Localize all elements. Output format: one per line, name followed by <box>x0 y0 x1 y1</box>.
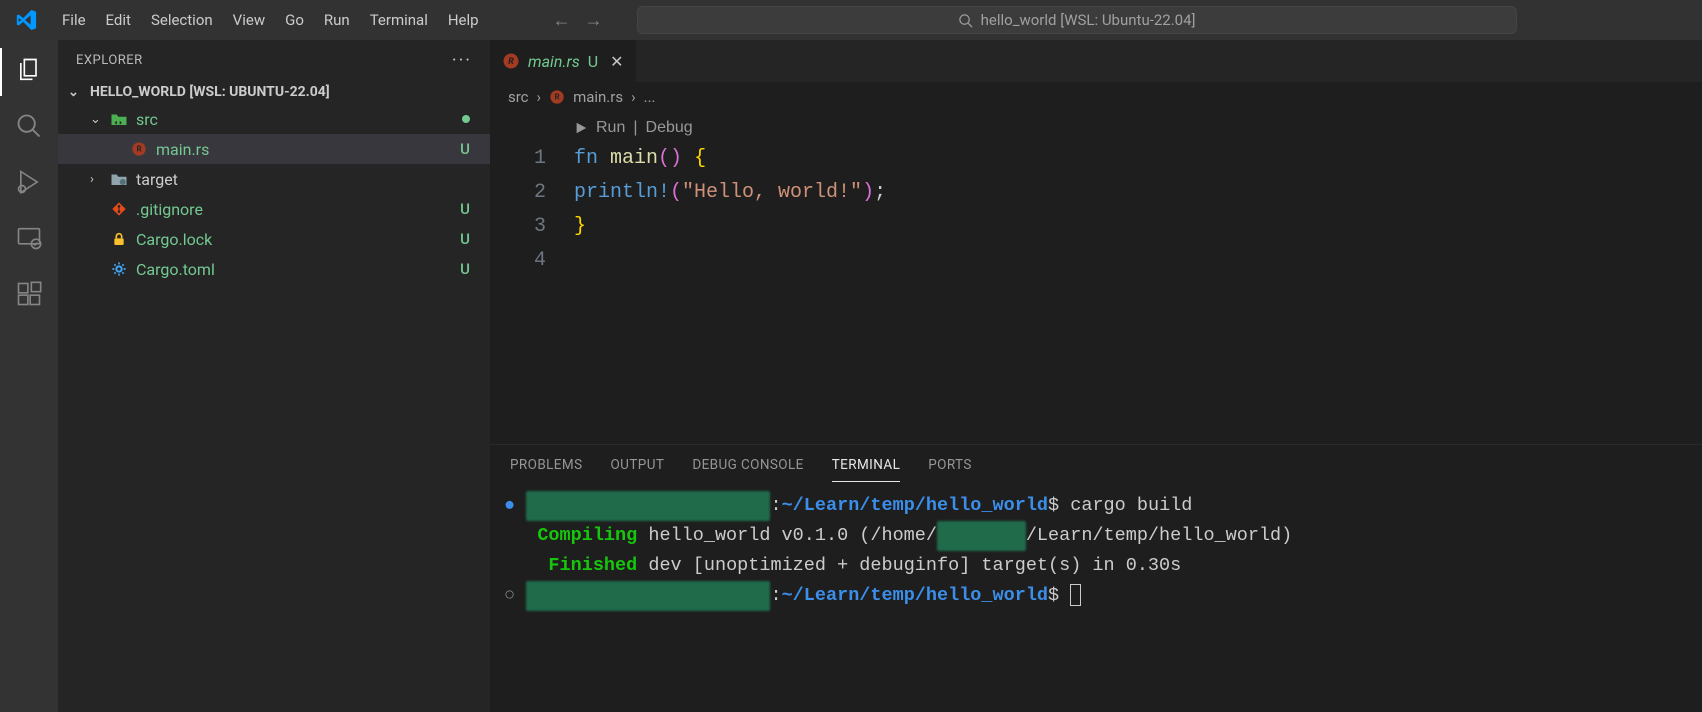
panel-tab-output[interactable]: OUTPUT <box>610 449 664 481</box>
menu-run[interactable]: Run <box>314 7 360 33</box>
sidebar-header: EXPLORER ··· <box>58 40 490 80</box>
panel-tab-problems[interactable]: PROBLEMS <box>510 449 582 481</box>
chevron-down-icon: ⌄ <box>68 85 86 100</box>
svg-text:R: R <box>508 57 514 67</box>
breadcrumb-trail[interactable]: ... <box>644 88 656 106</box>
line-gutter: 1234 <box>490 114 574 444</box>
remote-explorer-icon[interactable] <box>13 222 45 254</box>
breadcrumb-folder[interactable]: src <box>508 88 529 106</box>
chevron-down-icon: ⌄ <box>90 112 108 127</box>
search-icon <box>958 13 973 28</box>
run-debug-icon[interactable] <box>13 166 45 198</box>
menu-selection[interactable]: Selection <box>141 7 223 33</box>
menu-file[interactable]: File <box>52 7 96 33</box>
breadcrumb-file[interactable]: main.rs <box>573 88 623 106</box>
menu-bar: FileEditSelectionViewGoRunTerminalHelp <box>52 7 489 33</box>
svg-text:R: R <box>555 93 560 102</box>
terminal-content[interactable]: ● user@hostname-redacted:~/Learn/temp/he… <box>490 485 1702 712</box>
svg-text:R: R <box>136 145 141 154</box>
extensions-icon[interactable] <box>13 278 45 310</box>
tree-label: target <box>136 170 470 189</box>
play-icon[interactable] <box>574 121 588 135</box>
panel-tab-debug-console[interactable]: DEBUG CONSOLE <box>692 449 803 481</box>
tree-item-src[interactable]: ⌄ src <box>58 104 490 134</box>
git-status-badge: U <box>460 200 490 218</box>
git-status-badge: U <box>460 260 490 278</box>
sidebar: EXPLORER ··· ⌄ HELLO_WORLD [WSL: UBUNTU-… <box>58 40 490 712</box>
editor-area: R main.rs U ✕ src › R main.rs › ... 1234 <box>490 40 1702 712</box>
activity-bar <box>0 40 58 712</box>
codelens-run[interactable]: Run <box>596 114 625 142</box>
terminal-cursor <box>1070 584 1081 606</box>
git-status-dot <box>462 115 470 123</box>
tree-item--gitignore[interactable]: .gitignoreU <box>58 194 490 224</box>
tree-item-main-rs[interactable]: Rmain.rsU <box>58 134 490 164</box>
menu-edit[interactable]: Edit <box>96 7 141 33</box>
command-center[interactable]: hello_world [WSL: Ubuntu-22.04] <box>637 6 1517 34</box>
tree-item-target[interactable]: › target <box>58 164 490 194</box>
menu-help[interactable]: Help <box>438 7 489 33</box>
search-activity-icon[interactable] <box>13 110 45 142</box>
file-tree: ⌄srcRmain.rsU›target.gitignoreUCargo.loc… <box>58 104 490 284</box>
git-icon <box>108 200 130 218</box>
git-status-badge: U <box>460 140 490 158</box>
tree-label: src <box>136 110 462 129</box>
folder-src-icon <box>108 110 130 128</box>
rust-icon: R <box>128 140 150 158</box>
tree-item-cargo-lock[interactable]: Cargo.lockU <box>58 224 490 254</box>
nav-back-icon[interactable]: ← <box>553 10 571 31</box>
tree-label: main.rs <box>156 140 460 159</box>
chevron-right-icon: › <box>90 172 108 187</box>
folder-name: HELLO_WORLD [WSL: UBUNTU-22.04] <box>90 84 330 100</box>
tree-label: Cargo.lock <box>136 230 460 249</box>
chevron-right-icon: › <box>537 88 542 106</box>
tree-item-cargo-toml[interactable]: Cargo.tomlU <box>58 254 490 284</box>
codelens-debug[interactable]: Debug <box>646 114 693 142</box>
menu-terminal[interactable]: Terminal <box>360 7 438 33</box>
code-editor[interactable]: 1234 Run | Debug fn main() { println!("H… <box>490 112 1702 444</box>
nav-forward-icon[interactable]: → <box>585 10 603 31</box>
breadcrumbs[interactable]: src › R main.rs › ... <box>490 82 1702 112</box>
titlebar: FileEditSelectionViewGoRunTerminalHelp ←… <box>0 0 1702 40</box>
codelens: Run | Debug <box>574 114 1702 142</box>
panel-tab-ports[interactable]: PORTS <box>928 449 972 481</box>
tab-git-status: U <box>588 52 598 71</box>
editor-tabs: R main.rs U ✕ <box>490 40 1702 82</box>
panel-tab-terminal[interactable]: TERMINAL <box>832 449 901 482</box>
rust-file-icon: R <box>502 52 520 70</box>
lock-icon <box>108 230 130 248</box>
more-actions-icon[interactable]: ··· <box>452 50 472 71</box>
vscode-logo-icon <box>14 8 38 32</box>
git-status-badge: U <box>460 230 490 248</box>
tree-label: Cargo.toml <box>136 260 460 279</box>
tab-label: main.rs <box>528 52 580 71</box>
panel-tabs: PROBLEMS OUTPUT DEBUG CONSOLE TERMINAL PORTS <box>490 445 1702 485</box>
sidebar-title: EXPLORER <box>76 53 143 68</box>
panel: PROBLEMS OUTPUT DEBUG CONSOLE TERMINAL PORTS… <box>490 444 1702 712</box>
rust-file-icon: R <box>549 89 565 105</box>
search-title: hello_world [WSL: Ubuntu-22.04] <box>981 11 1196 29</box>
folder-icon <box>108 170 130 188</box>
chevron-right-icon: › <box>631 88 636 106</box>
explorer-icon[interactable] <box>13 54 45 86</box>
gear-icon <box>108 260 130 278</box>
tree-label: .gitignore <box>136 200 460 219</box>
tab-main-rs[interactable]: R main.rs U ✕ <box>490 40 637 82</box>
folder-header[interactable]: ⌄ HELLO_WORLD [WSL: UBUNTU-22.04] <box>58 80 490 104</box>
menu-view[interactable]: View <box>223 7 275 33</box>
nav-arrows: ← → <box>553 10 603 31</box>
close-icon[interactable]: ✕ <box>610 52 623 71</box>
menu-go[interactable]: Go <box>275 7 314 33</box>
